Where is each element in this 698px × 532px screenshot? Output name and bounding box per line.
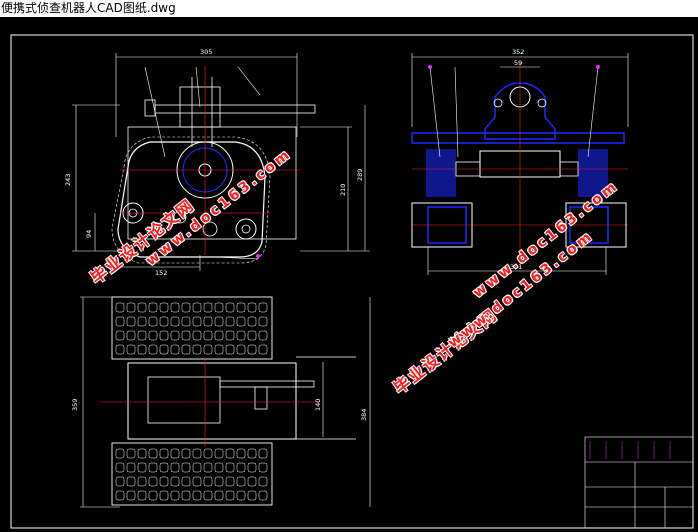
dim-top-height-right: 384: [360, 409, 368, 421]
cad-drawing-canvas[interactable]: 305 243 210 289 94 152 352 59 301 359 14…: [0, 17, 698, 532]
dim-side-center: 59: [514, 59, 522, 67]
dim-front-height-outer: 289: [356, 169, 364, 181]
dim-top-height-mid: 140: [314, 399, 322, 411]
side-view: [411, 53, 629, 275]
dim-front-small: 94: [85, 230, 93, 238]
dim-top-height-left: 359: [71, 399, 79, 411]
dim-front-height-right: 210: [339, 184, 347, 196]
dim-front-bottom: 152: [155, 269, 167, 277]
dim-side-width-top: 352: [512, 48, 524, 56]
top-view: [80, 296, 371, 508]
title-block: [584, 436, 694, 529]
front-view: [72, 53, 370, 271]
dim-front-height-left: 243: [64, 174, 72, 186]
window-title: 便携式侦查机器人CAD图纸.dwg: [0, 0, 698, 16]
dim-front-width: 305: [200, 48, 212, 56]
title-block-grid: [589, 441, 671, 459]
sheet-border: [10, 34, 694, 529]
